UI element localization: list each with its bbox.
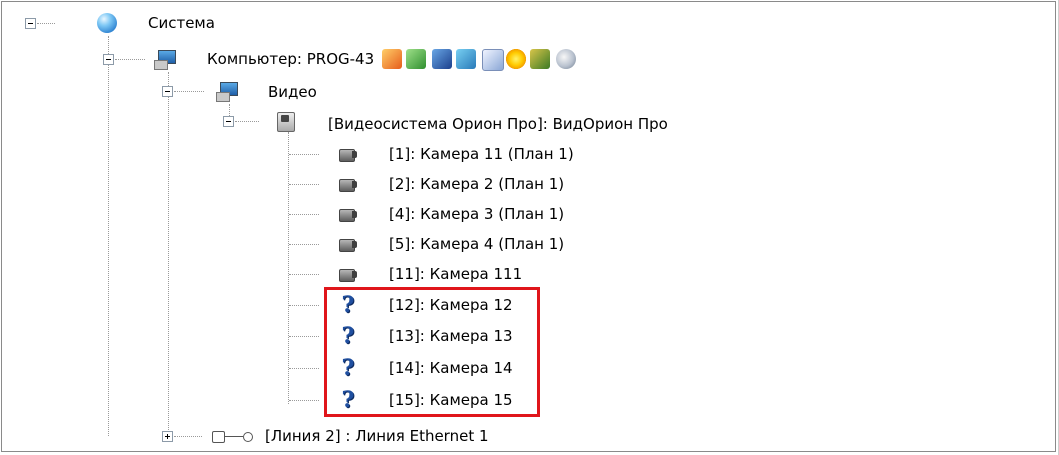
tree-node-video-system[interactable]: [Видеосистема Орион Про]: ВидОрион Про [328, 114, 668, 134]
tree-node-line[interactable]: [Линия 2] : Линия Ethernet 1 [265, 426, 489, 446]
tree-connector [289, 336, 319, 337]
tree-connector [108, 36, 109, 436]
camera-icon [337, 176, 359, 192]
tree-node-video[interactable]: Видео [268, 82, 317, 102]
tree-node-system[interactable]: Система [148, 13, 215, 33]
computer-collapse-toggle[interactable] [103, 54, 114, 65]
video-system-collapse-toggle[interactable] [223, 116, 234, 127]
tree-connector [288, 132, 289, 404]
tree-connector [37, 23, 55, 24]
tree-connector [289, 184, 319, 185]
tree-node-computer[interactable]: Компьютер: PROG-43 [207, 49, 374, 69]
video-system-icon [275, 109, 295, 132]
highlight-box [324, 287, 540, 417]
monitor-icon [216, 82, 238, 102]
tree-connector [174, 91, 204, 92]
camera-icon [337, 236, 359, 252]
tree-connector [289, 400, 319, 401]
pointer-icon[interactable] [382, 49, 402, 69]
tree-node-camera[interactable]: [4]: Камера 3 (План 1) [389, 204, 564, 224]
tree-node-camera[interactable]: [5]: Камера 4 (План 1) [389, 234, 564, 254]
tree-connector [115, 59, 145, 60]
tree-connector [289, 368, 319, 369]
users-icon[interactable] [530, 49, 550, 69]
tree-connector [235, 121, 259, 122]
tree-connector [289, 214, 319, 215]
camera-icon [337, 266, 359, 282]
root-collapse-toggle[interactable] [25, 18, 36, 29]
tree-node-camera[interactable]: [1]: Камера 11 (План 1) [389, 144, 574, 164]
tree-connector [289, 274, 319, 275]
tree-node-camera[interactable]: [2]: Камера 2 (План 1) [389, 174, 564, 194]
tree-node-camera[interactable]: [11]: Камера 111 [389, 264, 522, 284]
line-icon [212, 429, 258, 443]
tree-connector [168, 72, 169, 432]
tree-connector [289, 154, 319, 155]
video-collapse-toggle[interactable] [162, 86, 173, 97]
camera-icon [337, 146, 359, 162]
computer-icon [154, 50, 176, 70]
camera-icon [337, 206, 359, 222]
disk-icon[interactable] [556, 49, 576, 69]
globe-icon [97, 13, 117, 33]
line-expand-toggle[interactable] [162, 431, 173, 442]
tree-connector [289, 244, 319, 245]
sun-icon[interactable] [506, 49, 526, 69]
green-monitor-icon[interactable] [406, 49, 426, 69]
tree-connector [289, 305, 319, 306]
tree-connector [174, 436, 202, 437]
blue-cpu-icon[interactable] [432, 49, 452, 69]
document-icon[interactable] [482, 49, 504, 71]
notes-icon[interactable] [456, 49, 476, 69]
